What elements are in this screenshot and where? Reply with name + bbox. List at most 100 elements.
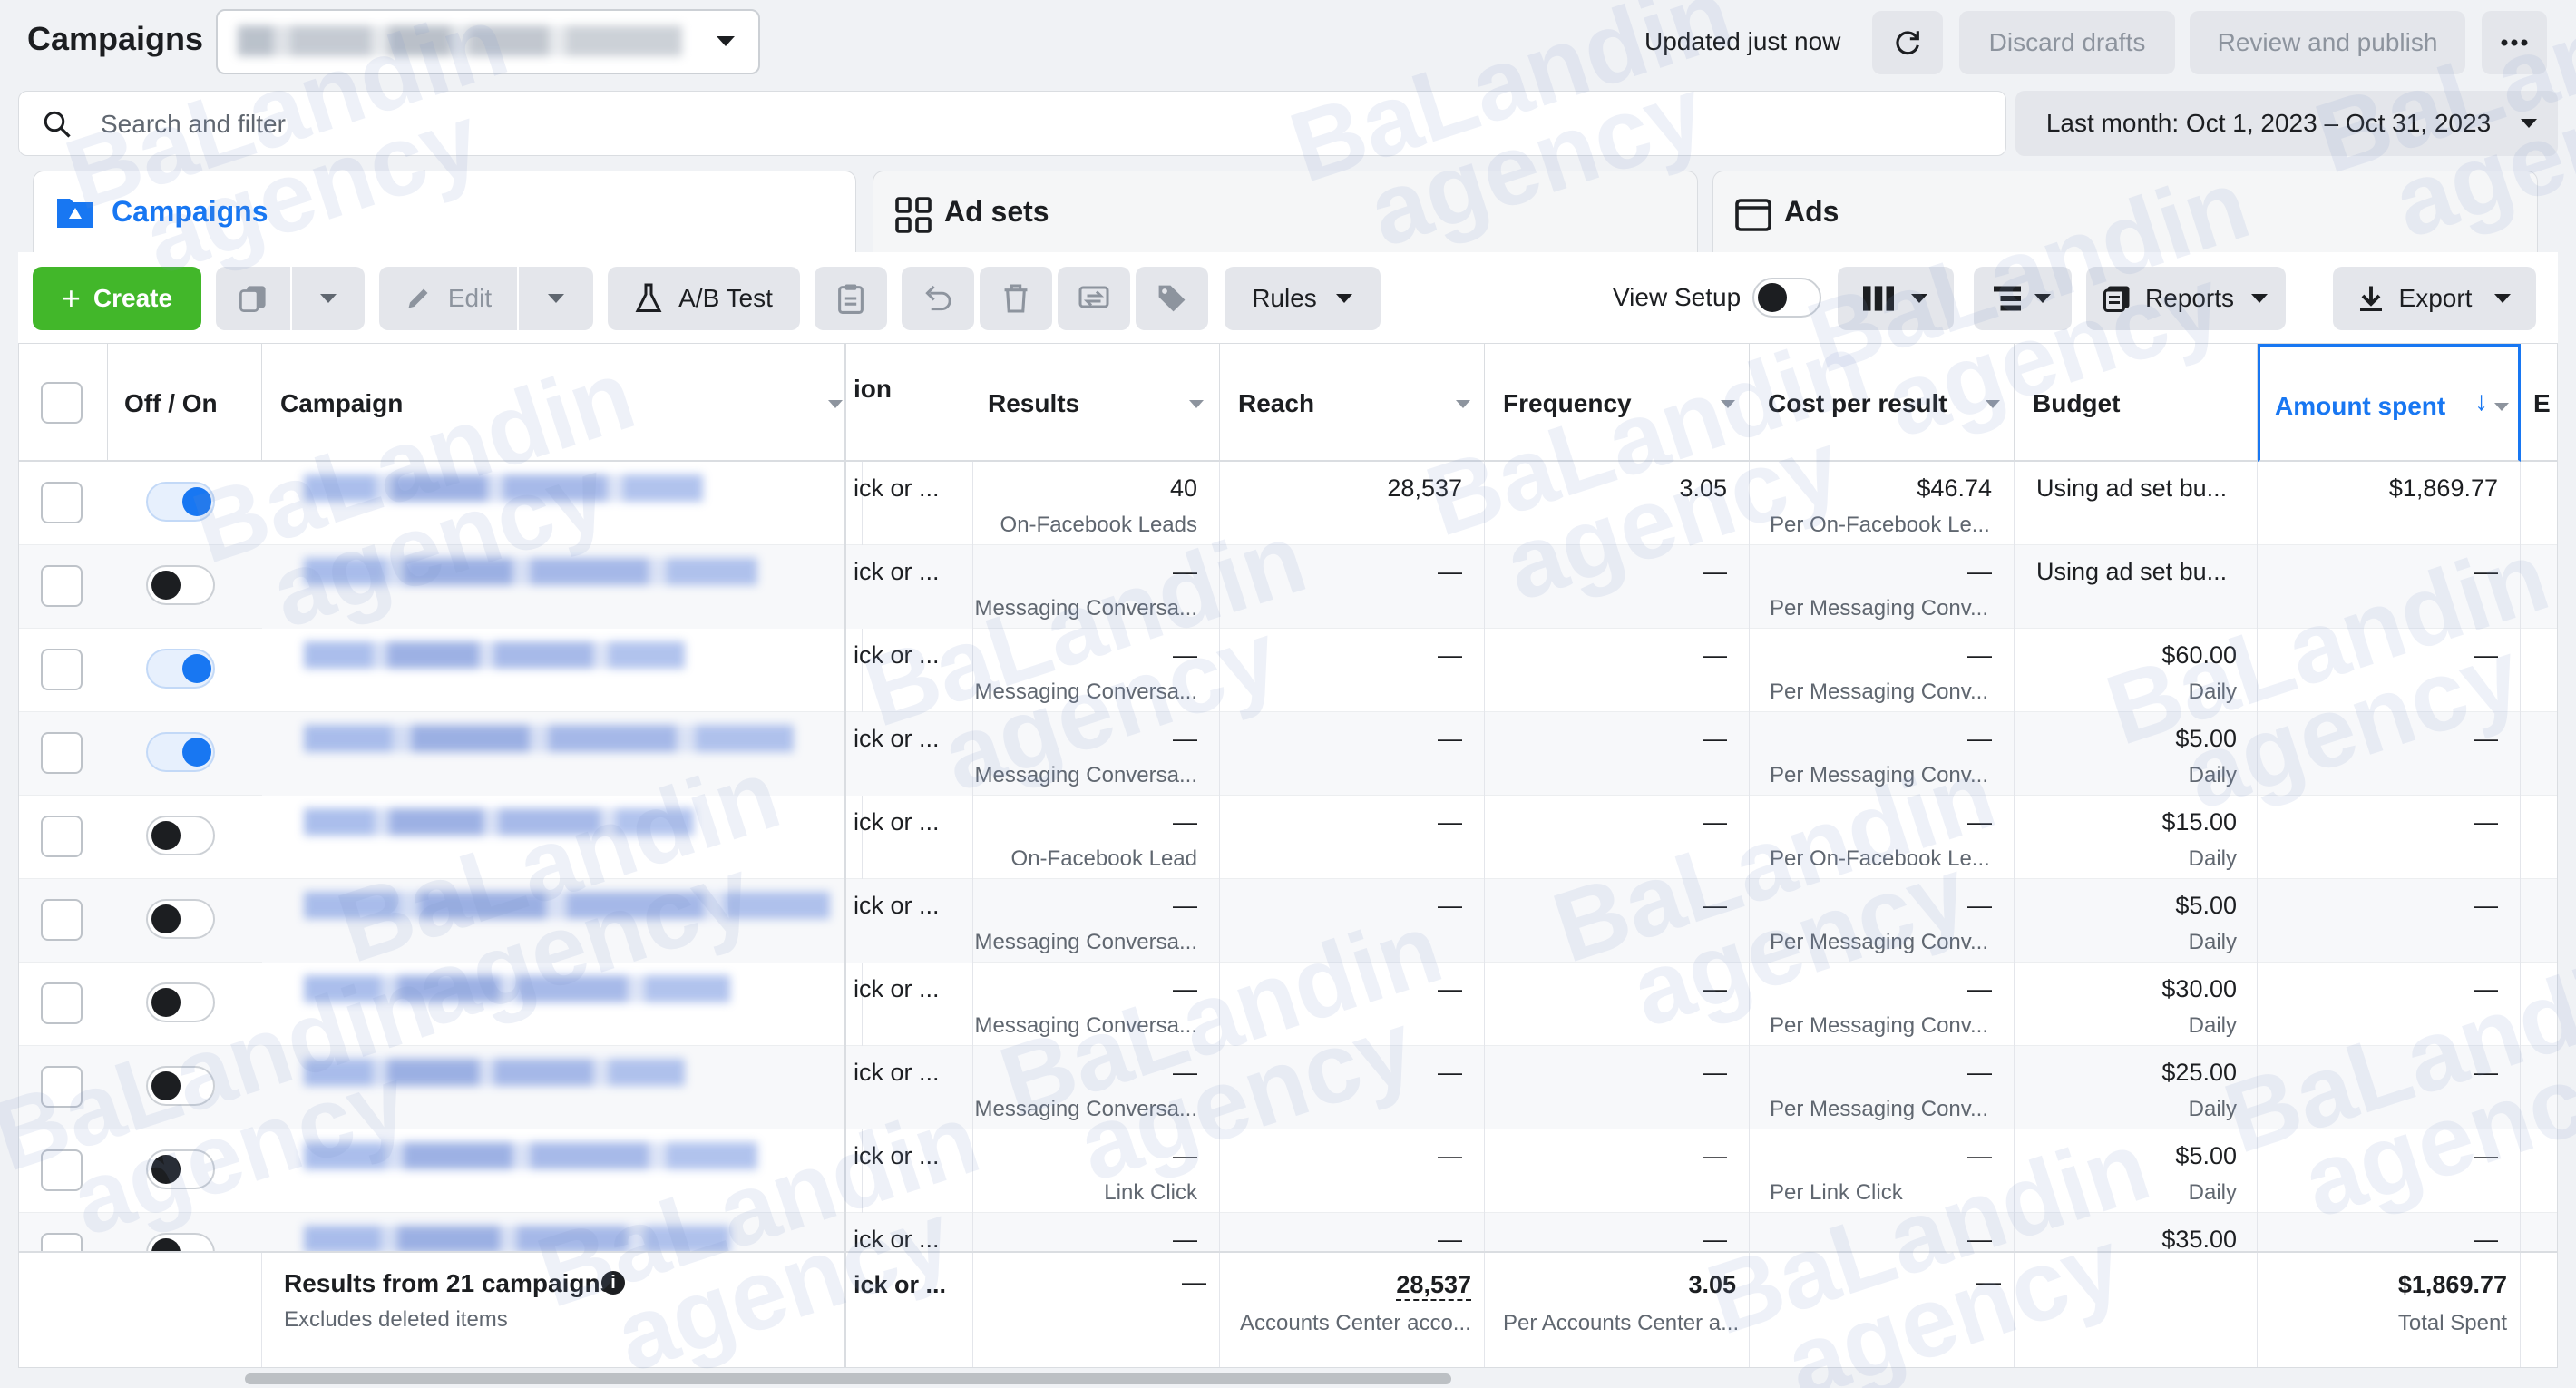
search-input[interactable]: Search and filter (18, 91, 2006, 156)
attribution-value: ick or ... (854, 725, 940, 752)
column-header-reach[interactable]: Reach (1220, 344, 1485, 462)
more-button[interactable] (2482, 11, 2547, 74)
tab-campaigns[interactable]: Campaigns (33, 171, 856, 252)
amount-cell: — (2258, 1129, 2521, 1213)
budget-cell[interactable]: $25.00 Daily (2015, 1046, 2258, 1129)
delete-button[interactable] (980, 267, 1052, 330)
duplicate-dropdown[interactable] (292, 267, 365, 330)
ab-test-button[interactable]: A/B Test (608, 267, 800, 330)
column-header-off-on[interactable]: Off / On (108, 344, 262, 462)
campaign-name-cell[interactable] (262, 1129, 863, 1213)
column-label: Results (988, 389, 1080, 417)
campaign-name-cell[interactable] (262, 1046, 863, 1129)
duplicate-button[interactable] (216, 267, 290, 330)
campaign-name-cell[interactable] (262, 629, 863, 712)
account-selector[interactable] (216, 9, 760, 74)
date-range-picker[interactable]: Last month: Oct 1, 2023 – Oct 31, 2023 (2015, 91, 2558, 156)
campaign-name-cell[interactable] (262, 879, 863, 963)
results-cell: 40 On-Facebook Leads (955, 462, 1220, 545)
budget-cell[interactable]: $5.00 Daily (2015, 879, 2258, 963)
amount-value: — (2474, 1142, 2498, 1169)
campaign-name-cell[interactable] (262, 545, 863, 629)
info-icon[interactable]: i (601, 1271, 625, 1295)
campaign-name-cell[interactable] (262, 712, 863, 796)
column-header-cost-per-result[interactable]: Cost per result (1750, 344, 2015, 462)
column-header-campaign[interactable]: Campaign (262, 344, 863, 462)
breakdown-button[interactable] (1974, 267, 2072, 330)
budget-cell[interactable]: Using ad set bu... (2015, 545, 2258, 629)
campaign-status-toggle[interactable] (146, 982, 215, 1022)
campaign-name-cell[interactable] (262, 462, 863, 545)
campaign-status-toggle[interactable] (146, 1149, 215, 1189)
table-row[interactable]: ick or ... 40 On-Facebook Leads 28,537 3.05 $… (19, 462, 2557, 545)
select-all-checkbox[interactable] (41, 382, 83, 424)
export-button[interactable]: Export (2333, 267, 2536, 330)
amount-cell: — (2258, 963, 2521, 1046)
cost-value: $46.74 (1917, 474, 1992, 502)
table-row[interactable]: ick or ... — On-Facebook Lead — — — Per On-Fac… (19, 796, 2557, 879)
budget-cell[interactable]: $5.00 Daily (2015, 1129, 2258, 1213)
row-checkbox[interactable] (41, 565, 83, 607)
rules-button[interactable]: Rules (1225, 267, 1381, 330)
edit-dropdown[interactable] (519, 267, 593, 330)
row-checkbox[interactable] (41, 649, 83, 690)
frequency-value: — (1703, 1226, 1727, 1253)
clipboard-button[interactable] (815, 267, 887, 330)
campaign-status-toggle[interactable] (146, 565, 215, 605)
row-checkbox[interactable] (41, 1066, 83, 1108)
table-row[interactable]: ick or ... — Messaging Conversa... — — — Per M… (19, 879, 2557, 963)
budget-cell[interactable]: $15.00 Daily (2015, 796, 2258, 879)
tab-ads[interactable]: Ads (1712, 171, 2538, 252)
campaign-status-toggle[interactable] (146, 649, 215, 689)
column-header-amount-spent[interactable]: Amount spent ↓ (2258, 344, 2521, 462)
columns-button[interactable] (1838, 267, 1954, 330)
table-row[interactable]: ick or ... — Messaging Conversa... — — — Per M… (19, 712, 2557, 796)
reports-button[interactable]: Reports (2086, 267, 2286, 330)
refresh-button[interactable] (1872, 11, 1943, 74)
undo-button[interactable] (902, 267, 974, 330)
campaign-name-cell[interactable] (262, 963, 863, 1046)
row-checkbox[interactable] (41, 899, 83, 941)
edit-button[interactable]: Edit (379, 267, 517, 330)
horizontal-scrollbar[interactable] (18, 1368, 2558, 1388)
row-checkbox[interactable] (41, 1149, 83, 1191)
table-row[interactable]: ick or ... — Messaging Conversa... — — — Per M… (19, 963, 2557, 1046)
campaign-status-toggle[interactable] (146, 482, 215, 522)
table-row[interactable]: ick or ... — Messaging Conversa... — — — Per M… (19, 545, 2557, 629)
campaign-status-toggle[interactable] (146, 732, 215, 772)
view-setup-toggle[interactable] (1752, 278, 1821, 318)
row-checkbox[interactable] (41, 482, 83, 523)
tab-ad-sets[interactable]: Ad sets (873, 171, 1698, 252)
reach-value: — (1438, 558, 1462, 585)
budget-cell[interactable]: $60.00 Daily (2015, 629, 2258, 712)
table-row[interactable]: ick or ... — Messaging Conversa... — — — Per M… (19, 629, 2557, 712)
tag-button[interactable] (1136, 267, 1208, 330)
budget-cell[interactable]: $5.00 Daily (2015, 712, 2258, 796)
row-checkbox[interactable] (41, 816, 83, 857)
column-header-results[interactable]: Results (955, 344, 1220, 462)
footer-reach-value[interactable]: 28,537 (1396, 1271, 1471, 1301)
discard-drafts-button[interactable]: Discard drafts (1959, 11, 2175, 74)
row-checkbox[interactable] (41, 732, 83, 774)
table-row[interactable]: ick or ... — Link Click — — — Per Link Click $5… (19, 1129, 2557, 1213)
create-button[interactable]: + Create (33, 267, 201, 330)
campaign-status-toggle[interactable] (146, 816, 215, 855)
export-preview-button[interactable] (1058, 267, 1130, 330)
footer-frequency: 3.05 Per Accounts Center a... (1485, 1253, 1750, 1367)
campaign-status-toggle[interactable] (146, 1066, 215, 1106)
budget-cell[interactable]: Using ad set bu... (2015, 462, 2258, 545)
column-header-budget[interactable]: Budget (2015, 344, 2258, 462)
campaign-status-toggle[interactable] (146, 899, 215, 939)
row-checkbox[interactable] (41, 982, 83, 1024)
review-publish-button[interactable]: Review and publish (2190, 11, 2465, 74)
amount-value: — (2474, 558, 2498, 585)
column-header-attribution[interactable]: ion (844, 344, 973, 462)
column-header-next[interactable]: E (2521, 344, 2557, 462)
cost-type: Per On-Facebook Le... (1770, 846, 1990, 871)
scrollbar-thumb[interactable] (245, 1373, 1451, 1384)
column-header-frequency[interactable]: Frequency (1485, 344, 1750, 462)
table-row[interactable]: ick or ... — Messaging Conversa... — — — Per M… (19, 1046, 2557, 1129)
campaign-name-cell[interactable] (262, 796, 863, 879)
budget-cell[interactable]: $30.00 Daily (2015, 963, 2258, 1046)
cost-value: — (1967, 975, 1992, 1002)
